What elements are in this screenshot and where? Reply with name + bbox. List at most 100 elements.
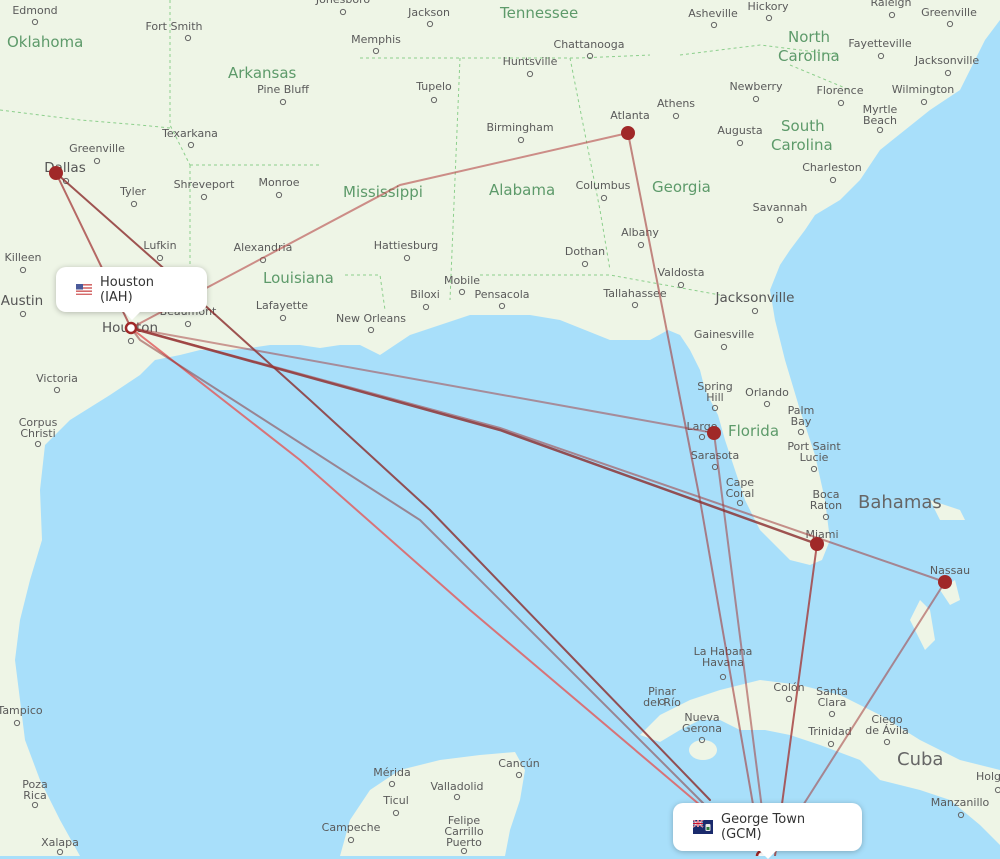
city-label: Xalapa [41, 836, 79, 849]
us-flag-icon [76, 284, 92, 295]
city-label: Cape Coral [726, 476, 755, 500]
city-label: Asheville [688, 7, 738, 20]
city-label: Florence [817, 84, 864, 97]
city-label: Dothan [565, 245, 605, 258]
city-dot [957, 811, 965, 819]
city-label: Ticul [382, 794, 409, 807]
region-label: North [788, 28, 830, 46]
route-iah-tampa [130, 327, 715, 434]
city-label: Fayetteville [848, 37, 911, 50]
airport-marker-tampa[interactable] [707, 426, 721, 440]
city-label: Valladolid [430, 780, 483, 793]
city-label: Jonesboro [315, 0, 370, 6]
city-label: Chattanooga [554, 38, 625, 51]
city-label: Jacksonville [914, 54, 980, 67]
region-label: Carolina [771, 136, 833, 154]
city-label: Hickory [747, 0, 789, 13]
region-label: Oklahoma [7, 33, 83, 51]
route-iah-gcm [130, 327, 701, 806]
city-label: Boca Raton [810, 488, 842, 512]
destination-label: George Town (GCM) [721, 812, 806, 842]
city-dot [719, 673, 727, 681]
city-label: Greenville [921, 6, 977, 19]
city-label: Killeen [5, 251, 42, 264]
city-label: Raleigh [871, 0, 912, 9]
route-map[interactable]: Oklahoma Arkansas Tennessee North Caroli… [0, 0, 1000, 856]
city-label: Tampico [0, 704, 43, 717]
city-label: Birmingham [486, 121, 553, 134]
region-label: Alabama [489, 181, 555, 199]
city-label: Biloxi [410, 288, 440, 301]
city-dot [711, 463, 719, 471]
city-label: Trinidad [807, 725, 851, 738]
city-dot [698, 433, 706, 441]
city-label: Pine Bluff [257, 83, 309, 96]
region-label: South [781, 117, 825, 135]
city-label: Gainesville [694, 328, 754, 341]
city-label: Santa Clara [816, 685, 848, 709]
airport-marker-dallas[interactable] [49, 166, 63, 180]
origin-label: Houston (IAH) [100, 274, 155, 305]
city-label: Felipe Carrillo Puerto [444, 814, 483, 849]
region-label: Louisiana [263, 269, 334, 287]
city-label: Savannah [753, 201, 808, 214]
destination-tooltip[interactable]: George Town (GCM) [673, 803, 862, 859]
city-label: Colón [773, 681, 804, 694]
city-label: Fort Smith [145, 20, 202, 33]
city-label: Lufkin [143, 239, 176, 252]
city-label: Tallahassee [602, 287, 666, 300]
city-label: Cancún [498, 757, 539, 770]
city-label: Poza Rica [22, 778, 48, 802]
city-label: Tupelo [415, 80, 452, 93]
airport-marker-atlanta[interactable] [621, 126, 635, 140]
city-label: Mérida [373, 766, 411, 779]
city-label: Atlanta [610, 109, 649, 122]
city-label: Huntsville [503, 55, 558, 68]
city-label: Greenville [69, 142, 125, 155]
region-label: Carolina [778, 47, 840, 65]
city-label: Pinar del Río [643, 685, 681, 709]
city-label: Nassau [930, 564, 970, 577]
region-label: Tennessee [499, 4, 578, 22]
city-label: Victoria [36, 372, 78, 385]
city-label: Campeche [322, 821, 381, 834]
city-label: Sarasota [691, 449, 740, 462]
city-label: Corpus Christi [19, 416, 58, 440]
airport-marker-miami[interactable] [810, 537, 824, 551]
city-label: Lafayette [256, 299, 308, 312]
city-label: Jacksonville [715, 290, 795, 306]
city-label: New Orleans [336, 312, 406, 325]
route-iah-gcm-2 [130, 327, 711, 811]
city-label: Tyler [119, 185, 146, 198]
city-dot [736, 499, 744, 507]
city-label: Augusta [717, 124, 762, 137]
city-label: Nueva Gerona [682, 711, 722, 735]
city-label: Austin [1, 293, 43, 309]
city-label: Ciego de Ávila [865, 713, 909, 737]
city-label: Manzanillo [931, 796, 990, 809]
country-label: Cuba [897, 749, 943, 770]
airport-marker-nassau[interactable] [938, 575, 952, 589]
city-label: Mobile [444, 274, 480, 287]
city-label: Valdosta [658, 266, 705, 279]
city-label: Myrtle Beach [863, 103, 898, 127]
cayman-islands-flag-icon [692, 819, 713, 834]
country-label: Bahamas [858, 492, 942, 513]
city-label: Texarkana [161, 127, 218, 140]
city-label: Wilmington [892, 83, 955, 96]
city-label: Palm Bay [788, 404, 815, 428]
region-label: Mississippi [343, 183, 423, 201]
city-label: Pensacola [474, 288, 529, 301]
origin-tooltip[interactable]: Houston (IAH) [56, 267, 207, 320]
city-label: Newberry [729, 80, 783, 93]
region-label: Florida [728, 422, 779, 440]
city-label: Charleston [802, 161, 862, 174]
city-label: Hattiesburg [374, 239, 438, 252]
city-label: Shreveport [174, 178, 236, 191]
city-label: Jackson [407, 6, 450, 19]
region-label: Arkansas [228, 64, 297, 82]
city-label: Orlando [745, 386, 789, 399]
origin-marker[interactable] [124, 321, 138, 335]
city-label: Edmond [12, 4, 57, 17]
city-label: Holguín [976, 770, 1000, 783]
